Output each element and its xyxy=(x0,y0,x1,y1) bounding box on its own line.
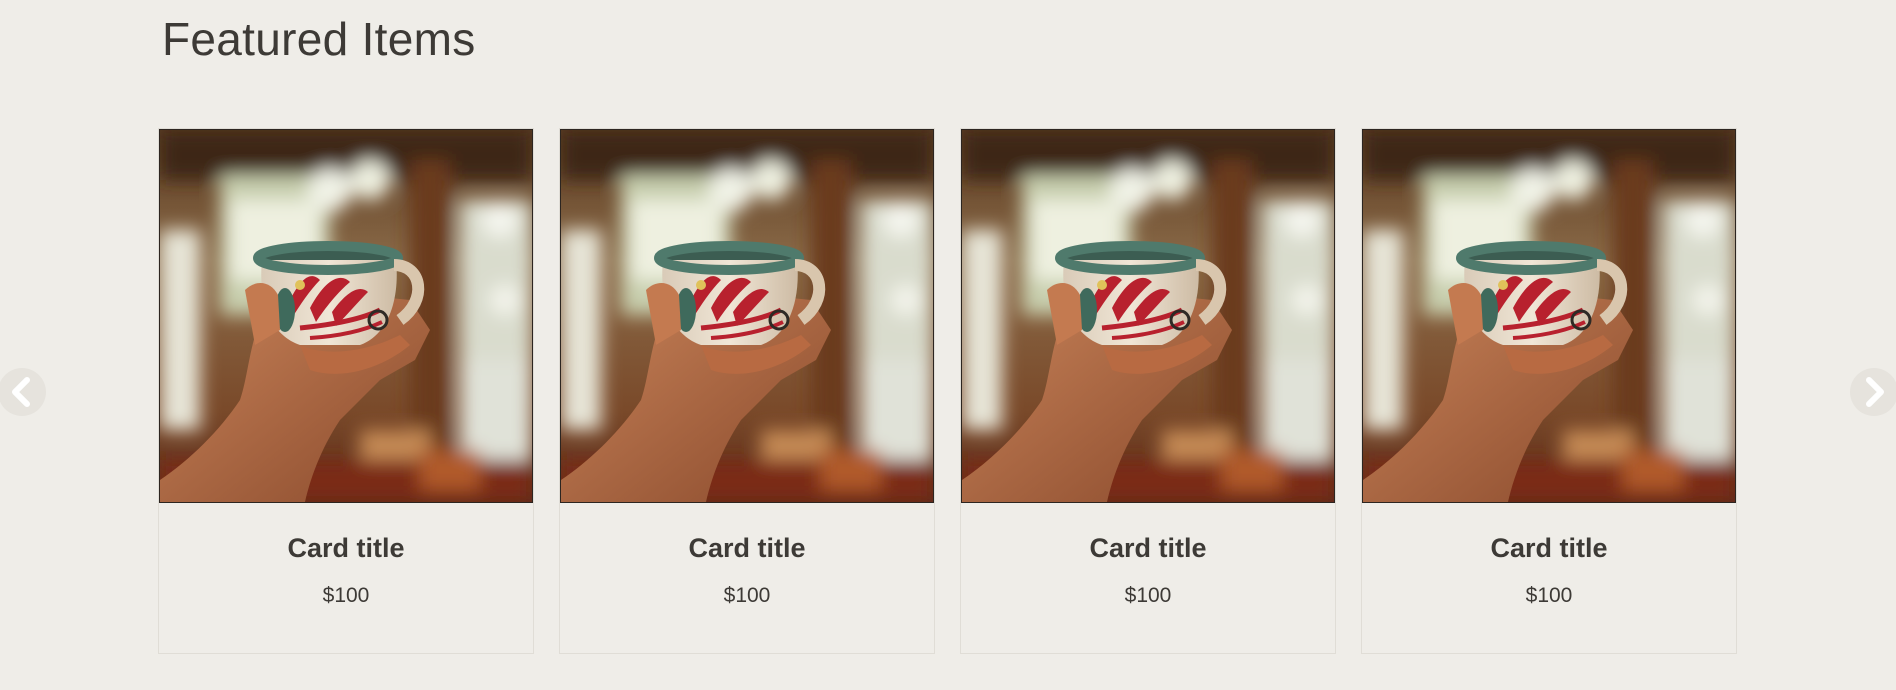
card-price: $100 xyxy=(1124,584,1172,607)
card-price: $100 xyxy=(1525,584,1573,607)
card-title[interactable]: Card title xyxy=(560,533,934,564)
product-image[interactable] xyxy=(961,129,1335,503)
card-body: Card title $100 xyxy=(560,503,934,608)
product-card[interactable]: Card title $100 xyxy=(1361,128,1737,654)
chevron-right-icon xyxy=(1861,377,1887,407)
carousel-prev-button[interactable] xyxy=(0,368,46,416)
card-title[interactable]: Card title xyxy=(159,533,533,564)
card-body: Card title $100 xyxy=(961,503,1335,608)
section-title: Featured Items xyxy=(162,13,476,65)
card-price: $100 xyxy=(322,584,370,607)
product-image[interactable] xyxy=(159,129,533,503)
card-title[interactable]: Card title xyxy=(1362,533,1736,564)
card-price: $100 xyxy=(723,584,771,607)
product-image[interactable] xyxy=(1362,129,1736,503)
product-card[interactable]: Card title $100 xyxy=(960,128,1336,654)
featured-carousel: Card title $100 Card title $100 Card tit… xyxy=(0,128,1896,654)
product-card[interactable]: Card title $100 xyxy=(158,128,534,654)
featured-page: Featured Items Card title $100 Card titl… xyxy=(0,0,1896,690)
card-body: Card title $100 xyxy=(159,503,533,608)
product-image[interactable] xyxy=(560,129,934,503)
product-card[interactable]: Card title $100 xyxy=(559,128,935,654)
chevron-left-icon xyxy=(9,377,35,407)
card-body: Card title $100 xyxy=(1362,503,1736,608)
card-title[interactable]: Card title xyxy=(961,533,1335,564)
carousel-next-button[interactable] xyxy=(1850,368,1896,416)
card-list: Card title $100 Card title $100 Card tit… xyxy=(158,128,1738,654)
